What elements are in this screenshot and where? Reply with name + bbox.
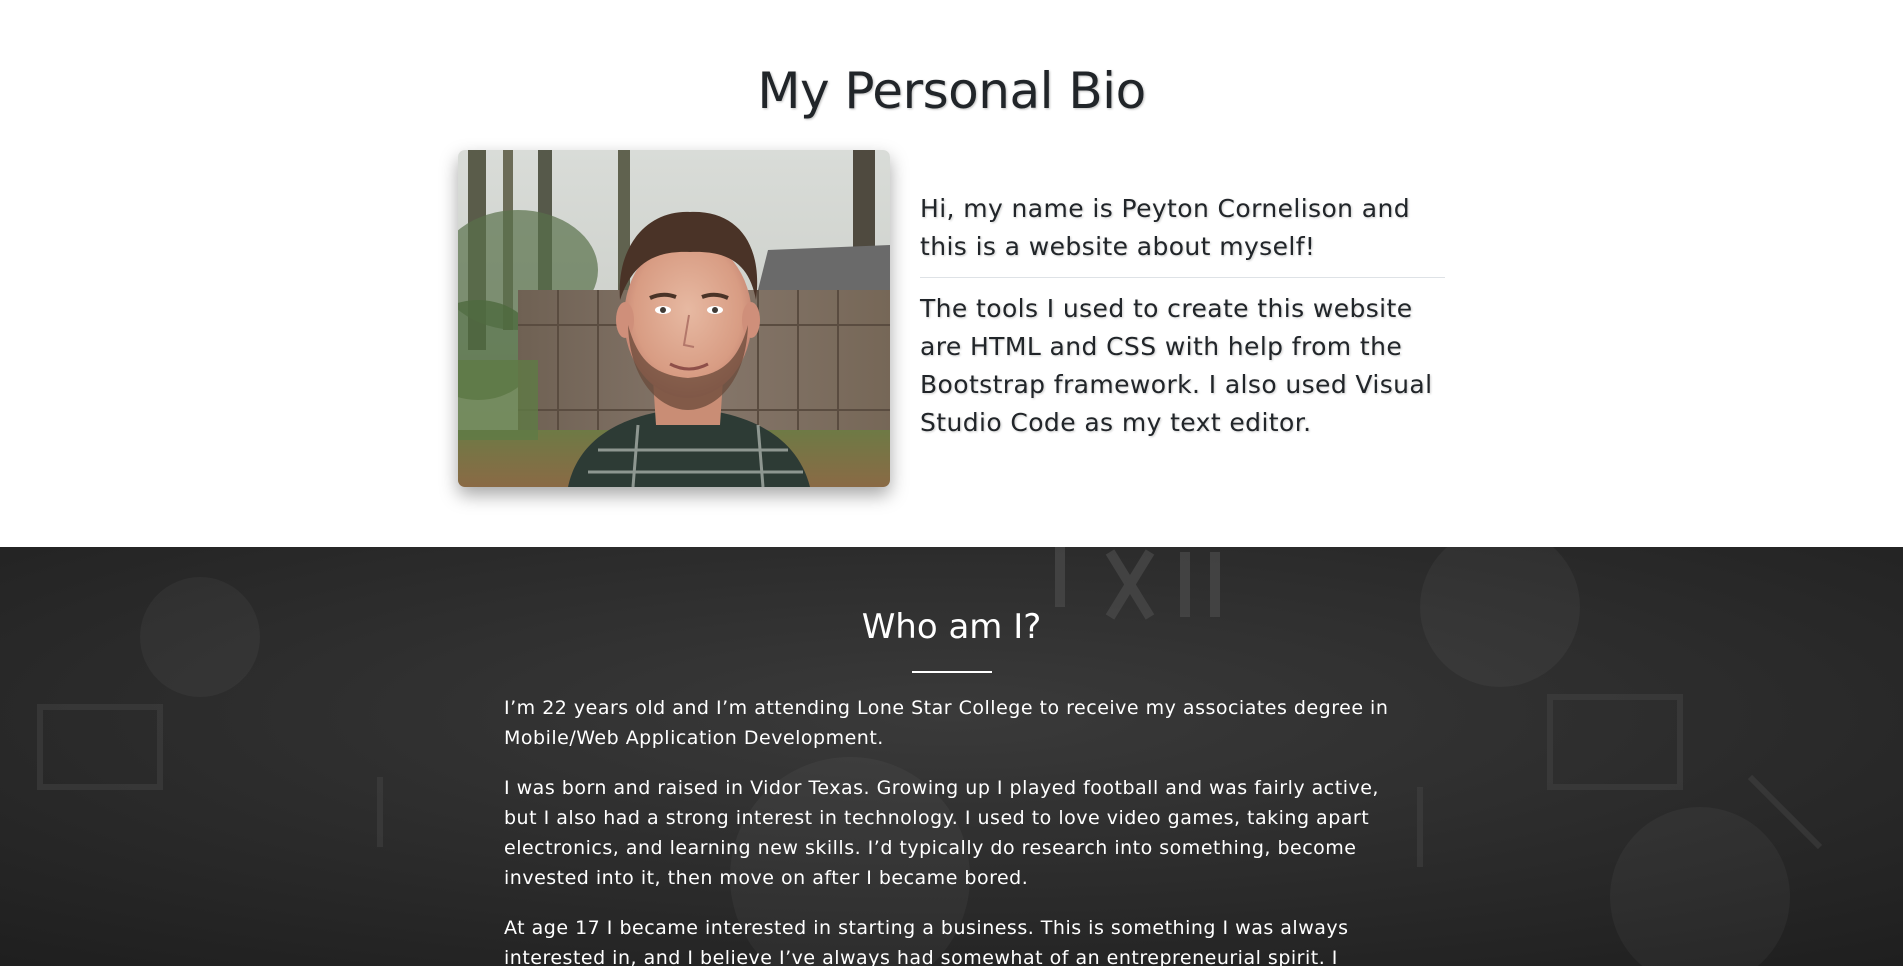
- who-paragraph-2: I was born and raised in Vidor Texas. Gr…: [504, 777, 1379, 889]
- bio-intro-block: Hi, my name is Peyton Cornelison and thi…: [920, 190, 1445, 442]
- who-am-i-heading: Who am I?: [861, 607, 1042, 647]
- bio-divider: [920, 277, 1445, 278]
- portrait-photo: [458, 150, 890, 487]
- who-am-i-body: I’m 22 years old and I’m attending Lone …: [504, 693, 1404, 966]
- who-paragraph-3: At age 17 I became interested in startin…: [504, 917, 1349, 966]
- who-am-i-section: Who am I? I’m 22 years old and I’m atten…: [0, 547, 1903, 966]
- portrait-image: [458, 150, 890, 487]
- page: My Personal Bio Hi, my name is Peyton Co…: [0, 0, 1903, 966]
- who-paragraph-1: I’m 22 years old and I’m attending Lone …: [504, 697, 1389, 749]
- bio-intro-text: Hi, my name is Peyton Cornelison and thi…: [920, 194, 1410, 261]
- bio-tools-text: The tools I used to create this website …: [920, 294, 1433, 437]
- page-title: My Personal Bio: [757, 62, 1146, 120]
- bio-section: My Personal Bio Hi, my name is Peyton Co…: [0, 0, 1903, 547]
- heading-underline: [912, 671, 992, 673]
